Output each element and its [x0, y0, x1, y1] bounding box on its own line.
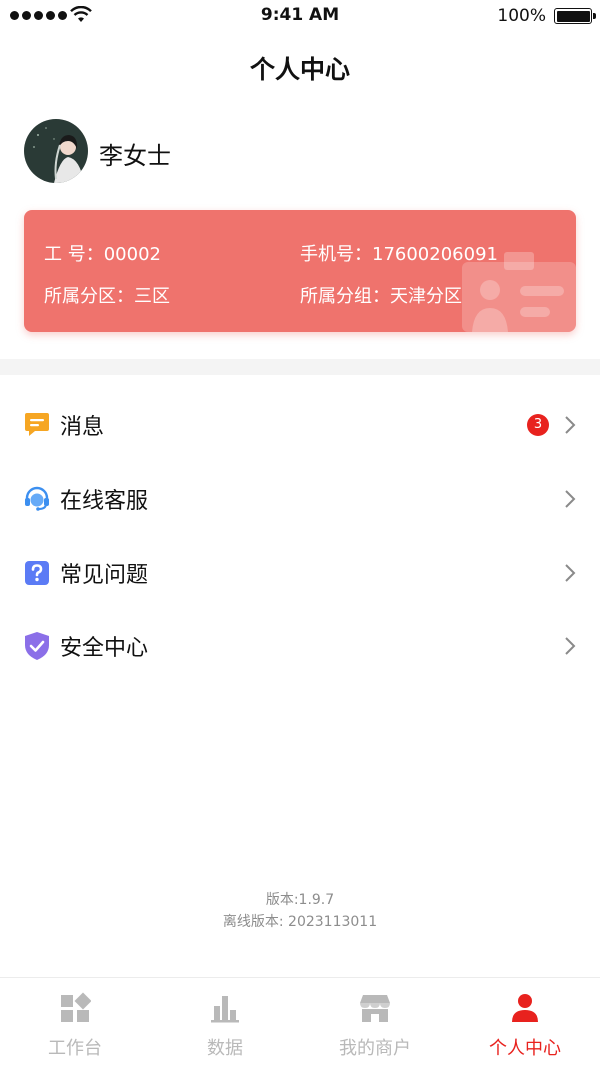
- tab-label: 工作台: [48, 1038, 102, 1059]
- tab-label: 我的商户: [339, 1038, 411, 1059]
- workbench-icon: [61, 992, 91, 1022]
- tab-label: 个人中心: [489, 1038, 561, 1059]
- phone-label: 手机号：: [300, 244, 372, 265]
- tab-workbench[interactable]: 工作台: [0, 978, 150, 1068]
- customer-service-icon: [25, 486, 49, 511]
- section-divider: [0, 359, 600, 375]
- status-bar: 9:41 AM 100%: [0, 0, 600, 34]
- unread-badge: 3: [527, 414, 549, 436]
- district-label: 所属分区：: [44, 286, 134, 307]
- menu-label: 在线客服: [60, 489, 149, 514]
- menu-item-security-center[interactable]: 安全中心: [0, 616, 600, 676]
- tab-bar: 工作台 数据 我的商户 个人中心: [0, 977, 600, 1068]
- battery-percent: 100%: [497, 6, 546, 26]
- chevron-right-icon: [565, 490, 576, 508]
- group-value: 天津分区: [390, 286, 462, 307]
- tab-data[interactable]: 数据: [150, 978, 300, 1068]
- avatar[interactable]: [24, 119, 88, 183]
- employee-no-field: 工 号：00002: [44, 240, 161, 266]
- menu-label: 安全中心: [60, 636, 149, 661]
- app-version: 版本:1.9.7: [265, 892, 335, 908]
- question-icon: [25, 561, 49, 585]
- menu-label: 常见问题: [60, 563, 149, 588]
- battery-icon: [554, 8, 596, 24]
- id-card-icon: [462, 252, 576, 332]
- message-icon: [25, 413, 49, 436]
- employee-info-card: 工 号：00002 手机号：17600206091 所属分区：三区 所属分组：天…: [24, 210, 576, 332]
- employee-no-label: 工 号：: [44, 244, 104, 265]
- bar-chart-icon: [211, 996, 239, 1023]
- chevron-right-icon: [565, 564, 576, 582]
- menu-label: 消息: [60, 415, 105, 440]
- menu-item-faq[interactable]: 常见问题: [0, 543, 600, 603]
- district-value: 三区: [134, 286, 170, 307]
- store-icon: [360, 995, 390, 1022]
- employee-no-value: 00002: [103, 244, 161, 265]
- chevron-right-icon: [565, 416, 576, 434]
- tab-my-merchants[interactable]: 我的商户: [300, 978, 450, 1068]
- district-field: 所属分区：三区: [44, 282, 170, 308]
- menu-item-messages[interactable]: 消息 3: [0, 395, 600, 455]
- page-title: 个人中心: [249, 55, 350, 84]
- group-field: 所属分组：天津分区: [300, 282, 462, 308]
- avatar-image: [24, 119, 88, 183]
- offline-version: 离线版本: 2023113011: [222, 914, 378, 930]
- menu-item-online-service[interactable]: 在线客服: [0, 469, 600, 529]
- person-icon: [512, 994, 538, 1022]
- chevron-right-icon: [565, 637, 576, 655]
- tab-profile[interactable]: 个人中心: [450, 978, 600, 1068]
- shield-check-icon: [25, 632, 49, 660]
- tab-label: 数据: [207, 1038, 243, 1059]
- group-label: 所属分组：: [300, 286, 390, 307]
- user-name: 李女士: [99, 142, 171, 170]
